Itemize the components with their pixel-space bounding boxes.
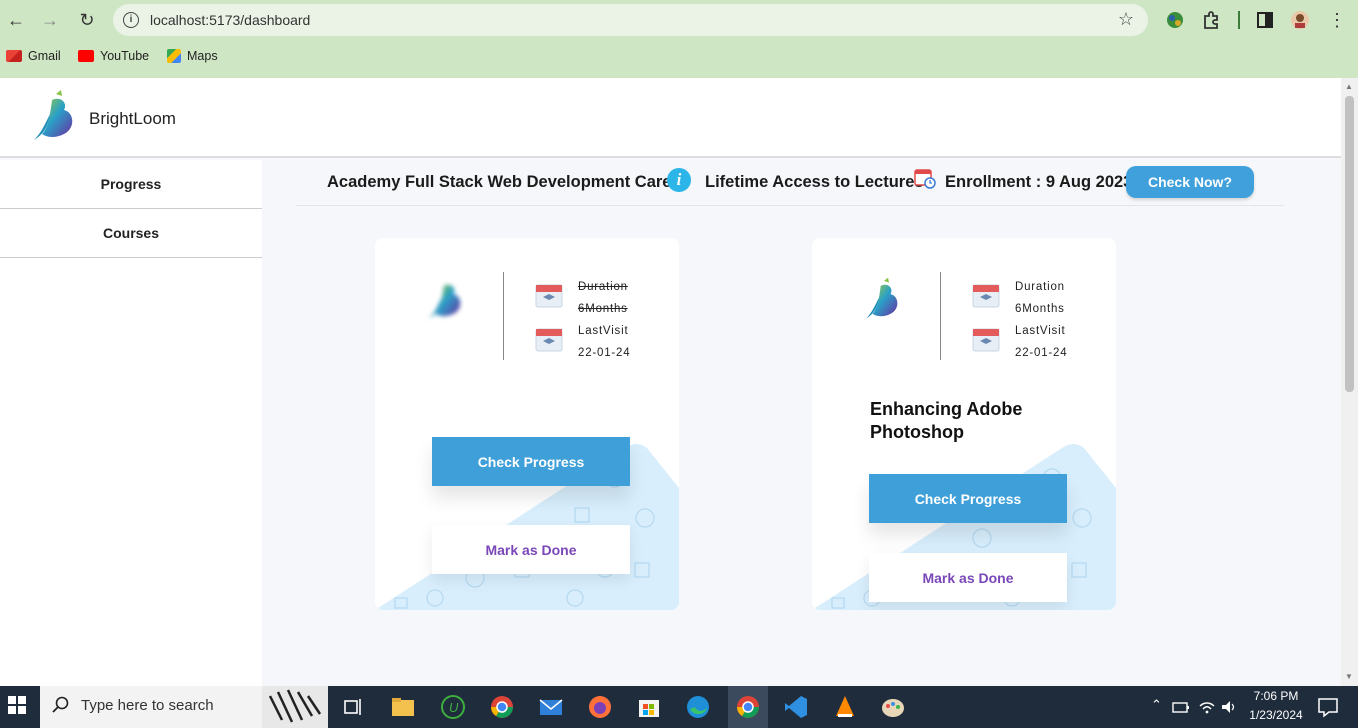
- course-logo-icon: [865, 277, 898, 319]
- mark-as-done-button[interactable]: Mark as Done: [432, 525, 630, 574]
- last-visit-calendar-icon: [972, 328, 1000, 352]
- bookmarks-bar: Gmail YouTube Maps: [0, 46, 300, 68]
- wifi-icon[interactable]: [1198, 698, 1216, 716]
- search-icon: [52, 696, 69, 713]
- site-info-icon[interactable]: i: [123, 12, 139, 28]
- youtube-icon: [78, 50, 94, 62]
- bookmark-gmail[interactable]: Gmail: [6, 49, 61, 63]
- vscode-icon[interactable]: [783, 694, 809, 720]
- brightloom-logo-icon[interactable]: [30, 88, 82, 144]
- calendar-clock-icon: [914, 169, 936, 189]
- last-visit-label: LastVisit: [578, 325, 629, 337]
- windows-taskbar: Type here to search U ⌃ 7:06 PM 1/23/202…: [0, 686, 1358, 728]
- lifetime-access-text: Lifetime Access to Lectures: [705, 173, 924, 191]
- sidebar-item-progress[interactable]: Progress: [0, 160, 262, 209]
- course-info-bar: Academy Full Stack Web Development Caree…: [296, 164, 1284, 206]
- bookmark-star-icon[interactable]: ☆: [1118, 9, 1134, 30]
- tray-chevron-icon[interactable]: ⌃: [1151, 697, 1162, 713]
- extensions-puzzle-icon[interactable]: [1201, 10, 1221, 30]
- paint-icon[interactable]: [880, 694, 906, 720]
- address-bar[interactable]: i localhost:5173/dashboard ☆: [113, 4, 1148, 36]
- volume-icon[interactable]: [1220, 698, 1238, 716]
- extension-globe-icon[interactable]: [1165, 10, 1185, 30]
- card-divider: [940, 272, 941, 360]
- url-text[interactable]: localhost:5173/dashboard: [150, 12, 310, 28]
- bookmark-youtube[interactable]: YouTube: [78, 49, 149, 63]
- last-visit-value: 22-01-24: [1015, 347, 1068, 359]
- brand-name[interactable]: BrightLoom: [89, 109, 176, 129]
- sidebar: Progress Courses: [0, 160, 262, 686]
- browser-chrome: ← → ↻ i localhost:5173/dashboard ☆ ⋮ Gma…: [0, 0, 1358, 78]
- duration-value: 6Months: [578, 303, 628, 315]
- bookmark-maps[interactable]: Maps: [167, 49, 218, 63]
- firefox-icon[interactable]: [587, 694, 613, 720]
- reload-icon[interactable]: ↻: [75, 8, 99, 32]
- vlc-icon[interactable]: [832, 694, 858, 720]
- taskbar-search-box[interactable]: Type here to search: [40, 686, 328, 728]
- microsoft-store-icon[interactable]: [636, 694, 662, 720]
- mark-as-done-button[interactable]: Mark as Done: [869, 553, 1067, 602]
- check-progress-button[interactable]: Check Progress: [432, 437, 630, 486]
- taskbar-clock[interactable]: 7:06 PM 1/23/2024: [1246, 687, 1306, 725]
- duration-calendar-icon: [972, 284, 1000, 308]
- mail-icon[interactable]: [538, 694, 564, 720]
- check-progress-button[interactable]: Check Progress: [869, 474, 1067, 523]
- back-arrow-icon[interactable]: ←: [4, 8, 28, 32]
- page-scrollbar[interactable]: ▲ ▼: [1341, 78, 1358, 686]
- last-visit-calendar-icon: [535, 328, 563, 352]
- browser-menu-icon[interactable]: ⋮: [1325, 8, 1349, 32]
- toolbar-divider: [1238, 11, 1240, 29]
- card-divider: [503, 272, 504, 360]
- file-explorer-icon[interactable]: [390, 694, 416, 720]
- duration-calendar-icon: [535, 284, 563, 308]
- duration-label: Duration: [1015, 281, 1065, 293]
- profile-avatar-icon[interactable]: [1290, 10, 1310, 30]
- app-header: BrightLoom: [0, 78, 1341, 158]
- course-card: Duration 6Months LastVisit 22-01-24 Enha…: [812, 238, 1116, 610]
- enrollment-date: Enrollment : 9 Aug 2023: [945, 173, 1133, 191]
- gmail-icon: [6, 50, 22, 62]
- battery-icon[interactable]: [1172, 698, 1190, 716]
- upwork-app-icon[interactable]: U: [440, 694, 466, 720]
- course-title: Academy Full Stack Web Development Caree…: [327, 173, 688, 191]
- info-icon[interactable]: i: [667, 168, 691, 192]
- bookmark-label: Maps: [187, 49, 218, 63]
- maps-icon: [167, 49, 181, 63]
- scroll-down-arrow-icon[interactable]: ▼: [1345, 672, 1353, 681]
- chrome-active-icon[interactable]: [735, 694, 761, 720]
- clock-date: 1/23/2024: [1249, 708, 1303, 722]
- bookmark-label: YouTube: [100, 49, 150, 63]
- search-placeholder[interactable]: Type here to search: [81, 697, 214, 714]
- bookmark-label: Gmail: [28, 49, 61, 63]
- windows-start-icon[interactable]: [8, 696, 26, 714]
- dashboard-page: BrightLoom Progress Courses Academy Full…: [0, 78, 1341, 686]
- sidebar-item-courses[interactable]: Courses: [0, 209, 262, 258]
- course-card: Duration 6Months LastVisit 22-01-24 Chec…: [375, 238, 679, 610]
- scroll-up-arrow-icon[interactable]: ▲: [1345, 82, 1353, 91]
- last-visit-label: LastVisit: [1015, 325, 1066, 337]
- side-panel-icon[interactable]: [1255, 10, 1275, 30]
- duration-value: 6Months: [1015, 303, 1065, 315]
- last-visit-value: 22-01-24: [578, 347, 631, 359]
- duration-label: Duration: [578, 281, 628, 293]
- edge-icon[interactable]: [685, 694, 711, 720]
- task-view-icon[interactable]: [340, 694, 366, 720]
- search-highlight-zebra-icon: [262, 686, 328, 728]
- svg-text:U: U: [449, 700, 459, 715]
- course-card-title: Enhancing Adobe Photoshop: [870, 399, 1023, 442]
- forward-arrow-icon[interactable]: →: [38, 8, 62, 32]
- notification-icon[interactable]: [1315, 694, 1341, 720]
- check-now-button[interactable]: Check Now?: [1126, 166, 1254, 198]
- clock-time: 7:06 PM: [1253, 689, 1299, 703]
- course-logo-icon: [428, 284, 461, 319]
- chrome-icon[interactable]: [489, 694, 515, 720]
- scrollbar-thumb[interactable]: [1345, 96, 1354, 392]
